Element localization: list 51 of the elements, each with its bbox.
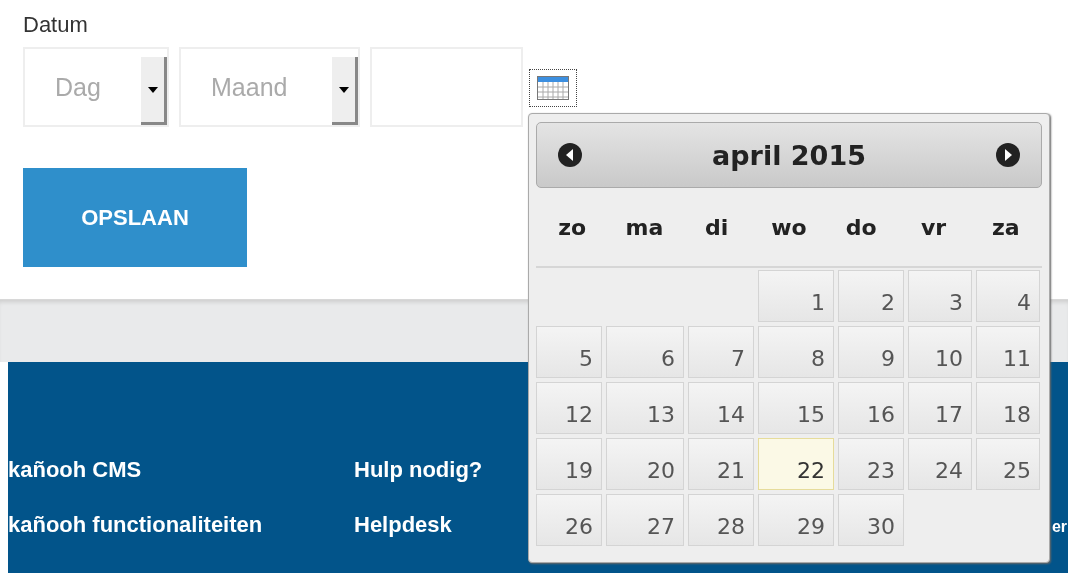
day-cell[interactable]: 28 bbox=[688, 494, 754, 546]
caret-icon bbox=[338, 86, 349, 93]
field-label: Datum bbox=[23, 12, 88, 38]
footer-link[interactable]: Helpdesk bbox=[354, 512, 452, 538]
weekday-label: zo bbox=[557, 214, 588, 240]
next-month-button[interactable] bbox=[995, 142, 1021, 168]
day-cell[interactable]: 25 bbox=[976, 438, 1040, 490]
calendar-button[interactable] bbox=[529, 69, 577, 107]
day-cell[interactable]: 8 bbox=[758, 326, 834, 378]
previous-month-button[interactable] bbox=[557, 142, 583, 168]
day-cell[interactable]: 27 bbox=[606, 494, 684, 546]
day-cell[interactable]: 1 bbox=[758, 270, 834, 322]
calendar-icon bbox=[537, 76, 569, 100]
day-cell[interactable]: 19 bbox=[536, 438, 602, 490]
day-cell[interactable]: 26 bbox=[536, 494, 602, 546]
footer-link[interactable]: kañooh functionaliteiten bbox=[8, 512, 263, 538]
save-button[interactable]: OPSLAAN bbox=[23, 168, 247, 267]
day-cell[interactable]: 17 bbox=[908, 382, 972, 434]
caret-icon bbox=[147, 86, 158, 93]
day-cell[interactable]: 13 bbox=[606, 382, 684, 434]
day-cell[interactable]: 7 bbox=[688, 326, 754, 378]
day-cell[interactable]: 9 bbox=[838, 326, 904, 378]
day-cell[interactable]: 14 bbox=[688, 382, 754, 434]
day-cell[interactable]: 10 bbox=[908, 326, 972, 378]
day-cell[interactable]: 2 bbox=[838, 270, 904, 322]
weekday-label: za bbox=[991, 214, 1021, 240]
day-cell[interactable]: 15 bbox=[758, 382, 834, 434]
day-cell[interactable]: 24 bbox=[908, 438, 972, 490]
day-cell[interactable]: 3 bbox=[908, 270, 972, 322]
day-cell[interactable]: 5 bbox=[536, 326, 602, 378]
day-cell[interactable]: 4 bbox=[976, 270, 1040, 322]
day-cell[interactable]: 29 bbox=[758, 494, 834, 546]
day-cell[interactable]: 6 bbox=[606, 326, 684, 378]
weekday-label: do bbox=[844, 214, 878, 240]
day-cell[interactable]: 11 bbox=[976, 326, 1040, 378]
footer-link[interactable]: kañooh CMS bbox=[8, 457, 142, 483]
day-cell[interactable]: 23 bbox=[838, 438, 904, 490]
day-cell[interactable]: 12 bbox=[536, 382, 602, 434]
footer-link[interactable]: Hulp nodig? bbox=[354, 457, 483, 483]
weekday-label: vr bbox=[919, 214, 948, 240]
weekday-label: wo bbox=[770, 214, 808, 240]
day-cell[interactable]: 30 bbox=[838, 494, 904, 546]
footer-link[interactable]: er bbox=[1051, 518, 1067, 536]
day-cell[interactable]: 16 bbox=[838, 382, 904, 434]
month-title: april 2015 bbox=[712, 139, 866, 171]
day-cell[interactable]: 22 bbox=[758, 438, 834, 490]
day-cell[interactable]: 20 bbox=[606, 438, 684, 490]
day-cell[interactable]: 21 bbox=[688, 438, 754, 490]
weekday-label: ma bbox=[624, 214, 665, 240]
weekday-label: di bbox=[704, 214, 730, 240]
day-cell[interactable]: 18 bbox=[976, 382, 1040, 434]
